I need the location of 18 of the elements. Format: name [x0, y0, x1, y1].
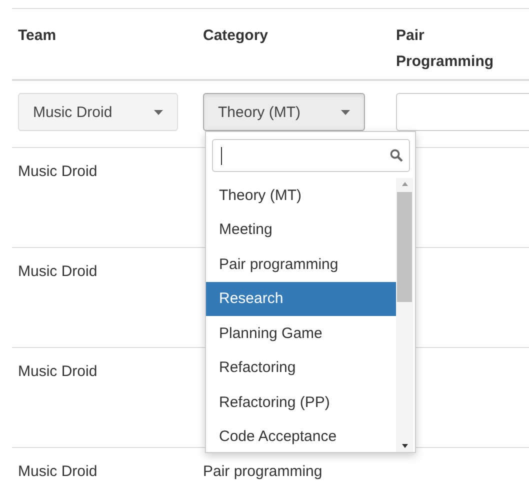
column-header: Team	[18, 26, 58, 46]
table-cell: Music Droid	[18, 163, 98, 180]
scrollbar[interactable]	[396, 178, 413, 452]
table-cell: Pair programming	[203, 463, 322, 480]
search-icon	[390, 149, 403, 162]
table-cell: Music Droid	[18, 363, 98, 380]
table-cell: Music Droid	[18, 463, 98, 480]
caret-icon	[341, 110, 350, 114]
filter-dropdown[interactable]: Music Droid	[18, 93, 178, 131]
column-header: Category	[203, 26, 270, 46]
column-header: Pair Programming	[396, 26, 495, 72]
dropdown-option[interactable]: Code Acceptance	[206, 420, 396, 452]
dropdown-option[interactable]: Research	[206, 282, 396, 316]
search-field[interactable]	[212, 139, 410, 172]
filter-dropdown[interactable]: Theory (MT)	[203, 93, 365, 131]
caret-icon	[154, 110, 163, 114]
filter-input[interactable]	[396, 93, 529, 131]
table-cell: Music Droid	[18, 263, 98, 280]
